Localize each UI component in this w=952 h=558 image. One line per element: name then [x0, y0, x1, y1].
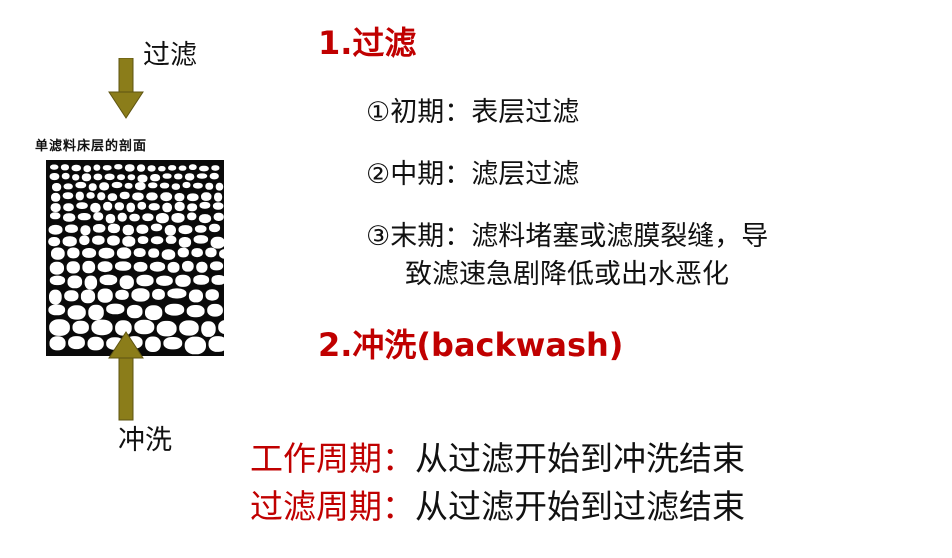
stage-middle: ②中期：滤层过滤 — [366, 159, 580, 190]
label-filtration: 过滤 — [143, 40, 197, 71]
definition-filter-cycle: 过滤周期：从过滤开始到过滤结束 — [250, 480, 745, 528]
filter-bed-cross-section — [46, 160, 234, 356]
definition-sep: ： — [382, 439, 415, 478]
arrow-down-icon — [108, 58, 144, 119]
heading-filtration: 1.过滤 — [318, 24, 417, 62]
definition-sep: ： — [382, 487, 415, 526]
definition-text: 从过滤开始到过滤结束 — [415, 487, 745, 526]
stage-initial: ①初期：表层过滤 — [366, 97, 580, 128]
definition-work-cycle: 工作周期：从过滤开始到冲洗结束 — [250, 432, 745, 480]
stage-final: ③末期：滤料堵塞或滤膜裂缝，导 — [366, 221, 769, 252]
arrow-up-icon — [108, 331, 144, 421]
stage-final-cont: 致滤速急剧降低或出水恶化 — [405, 259, 729, 290]
definition-term: 过滤周期 — [250, 487, 382, 526]
figure-caption: 单滤料床层的剖面 — [35, 139, 148, 154]
definition-term: 工作周期 — [250, 439, 382, 478]
definition-text: 从过滤开始到冲洗结束 — [415, 439, 745, 478]
heading-backwash: 2.冲洗(backwash) — [318, 326, 624, 364]
label-backwash: 冲洗 — [118, 425, 172, 456]
